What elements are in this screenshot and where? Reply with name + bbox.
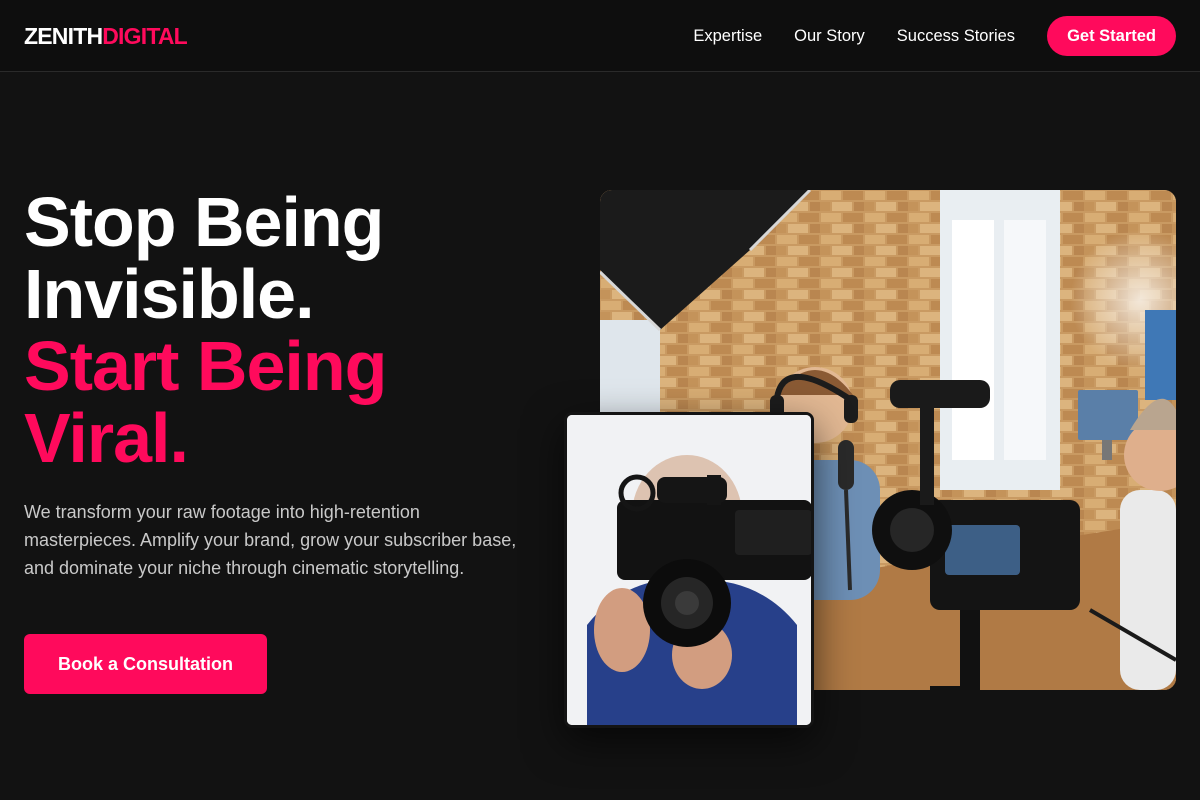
book-consultation-button[interactable]: Book a Consultation [24,634,267,694]
brand-logo[interactable]: ZENITHDIGITAL [24,22,188,50]
get-started-button[interactable]: Get Started [1047,16,1176,56]
hero-subtext: We transform your raw footage into high-… [24,502,517,578]
cameraman-image [564,412,814,728]
site-header: ZENITHDIGITAL Expertise Our Story Succes… [0,0,1200,72]
headline-accent-line-1: Start Being [24,327,387,405]
brand-logo-part1: ZENITH [24,23,103,49]
hero-headline: Stop Being Invisible. Start Being Viral. [24,183,387,477]
main-nav: Expertise Our Story Success Stories Get … [693,16,1176,56]
headline-accent-line-2: Viral. [24,399,189,477]
nav-link-expertise[interactable]: Expertise [693,27,762,46]
nav-link-success-stories[interactable]: Success Stories [897,27,1015,46]
headline-line-2: Invisible. [24,255,315,333]
nav-link-our-story[interactable]: Our Story [794,27,865,46]
brand-logo-part2: DIGITAL [102,23,187,49]
headline-line-1: Stop Being [24,183,384,261]
